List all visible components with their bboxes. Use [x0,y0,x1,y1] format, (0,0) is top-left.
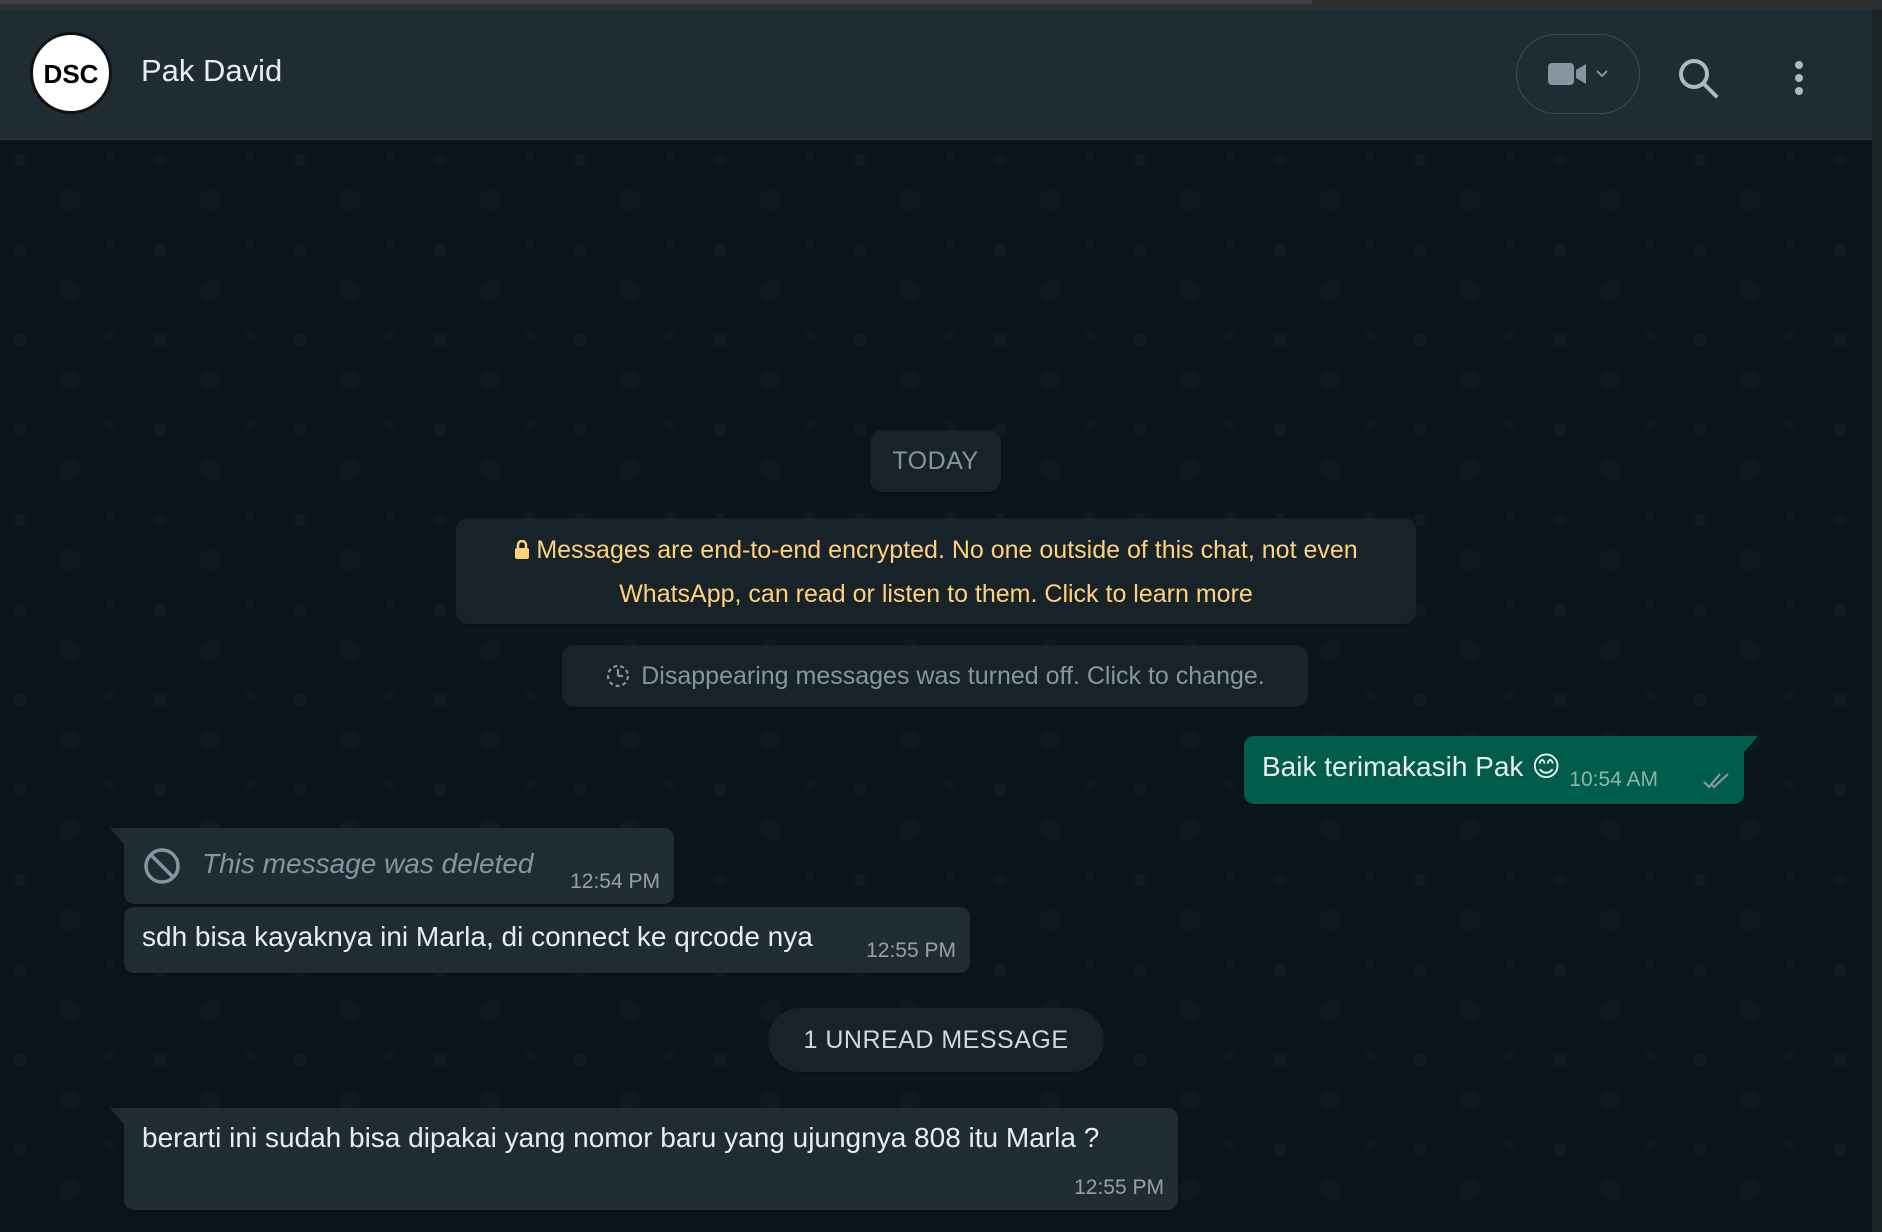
message-time: 12:55 PM [1074,1176,1164,1199]
bubble-tail [1744,736,1758,752]
message-time: 10:54 AM [1569,768,1658,791]
contact-name[interactable]: Pak David [141,53,282,89]
lock-icon [514,531,530,573]
message-text: Baik terimakasih Pak 😊 [1262,750,1561,783]
disappearing-notice-text: Disappearing messages was turned off. Cl… [641,661,1265,690]
deleted-message[interactable]: This message was deleted 12:54 PM [110,828,674,904]
message-text: sdh bisa kayaknya ini Marla, di connect … [142,921,813,952]
chat-header[interactable]: DSC Pak David [0,10,1872,140]
bubble-tail [110,1108,124,1124]
message-text: berarti ini sudah bisa dipakai yang nomo… [142,1122,1100,1153]
top-bar-fill [0,0,1312,4]
video-camera-icon [1548,63,1586,85]
double-check-icon [1702,766,1732,798]
ban-icon [143,847,181,892]
kebab-menu-icon [1795,61,1803,95]
date-divider: TODAY [870,430,1001,492]
timer-icon [607,664,630,688]
svg-text:DSC: DSC [44,59,99,89]
search-icon [1679,59,1718,98]
menu-button[interactable] [1784,56,1814,100]
message-time: 12:55 PM [866,939,956,962]
window-top-bar [0,0,1882,10]
avatar[interactable]: DSC [30,32,112,114]
incoming-message[interactable]: sdh bisa kayaknya ini Marla, di connect … [124,907,970,973]
avatar-logo: DSC [37,39,105,107]
message-body: Baik terimakasih Pak [1262,750,1524,782]
bubble-tail [110,828,124,844]
deleted-message-text: This message was deleted [202,848,534,879]
message-list[interactable]: TODAY Messages are end-to-end encrypted.… [0,140,1872,1232]
unread-divider: 1 UNREAD MESSAGE [768,1008,1104,1072]
encryption-notice[interactable]: Messages are end-to-end encrypted. No on… [456,518,1416,624]
scrollbar[interactable] [1872,10,1882,1232]
whatsapp-chat-window: DSC Pak David TODAY Messages are end-to-… [0,0,1882,1232]
message-time: 12:54 PM [570,870,660,893]
search-button[interactable] [1676,56,1720,100]
video-call-button[interactable] [1516,34,1640,114]
outgoing-message[interactable]: Baik terimakasih Pak 😊 10:54 AM [1244,736,1758,804]
encryption-notice-text: Messages are end-to-end encrypted. No on… [536,536,1358,608]
smiling-face-emoji: 😊 [1531,751,1561,782]
disappearing-messages-notice[interactable]: Disappearing messages was turned off. Cl… [562,645,1308,707]
chevron-down-icon [1596,70,1608,78]
incoming-message[interactable]: berarti ini sudah bisa dipakai yang nomo… [110,1108,1178,1210]
